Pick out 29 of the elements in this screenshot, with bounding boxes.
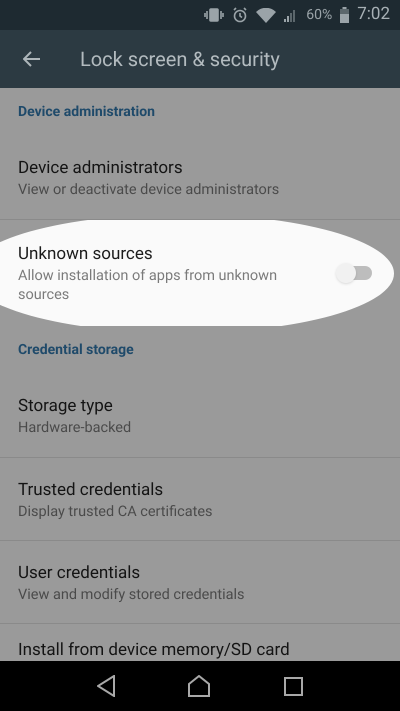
settings-row[interactable]: Trusted credentials Display trusted CA certificates [0,457,400,540]
home-icon [188,675,210,697]
clock: 7:02 [357,3,390,26]
toggle-switch[interactable] [338,266,372,280]
section-header: Device administration [18,102,155,122]
alarm-icon [232,7,248,23]
item-subtitle: Allow installation of apps from unknown sources [18,266,278,304]
item-title: Device administrators [18,157,184,180]
wifi-icon [256,8,276,22]
item-subtitle: Hardware-backed [18,418,132,437]
settings-row[interactable]: User credentials View and modify stored credentials [0,540,400,623]
item-subtitle: View or deactivate device administrators [18,180,280,199]
settings-row[interactable]: Device administrators View or deactivate device administrators [0,136,400,219]
square-icon [284,676,304,696]
item-title: Unknown sources [18,243,154,266]
item-title: Storage type [18,395,114,418]
settings-row[interactable]: Storage type Hardware-backed [0,374,400,457]
item-title: User credentials [18,562,142,584]
back-arrow-icon [23,51,41,67]
triangle-icon [96,675,115,697]
battery-icon [340,7,350,23]
item-title: Trusted credentials [18,478,164,502]
section-header: Credential storage [18,340,134,360]
battery-percent: 60% [306,6,332,24]
vibrate-icon [204,8,224,22]
screen-title: Lock screen & security [80,46,280,73]
item-subtitle: Display trusted CA certificates [18,502,214,520]
item-title: Install from device memory/SD card [18,639,291,661]
item-subtitle: View and modify stored credentials [18,584,246,604]
